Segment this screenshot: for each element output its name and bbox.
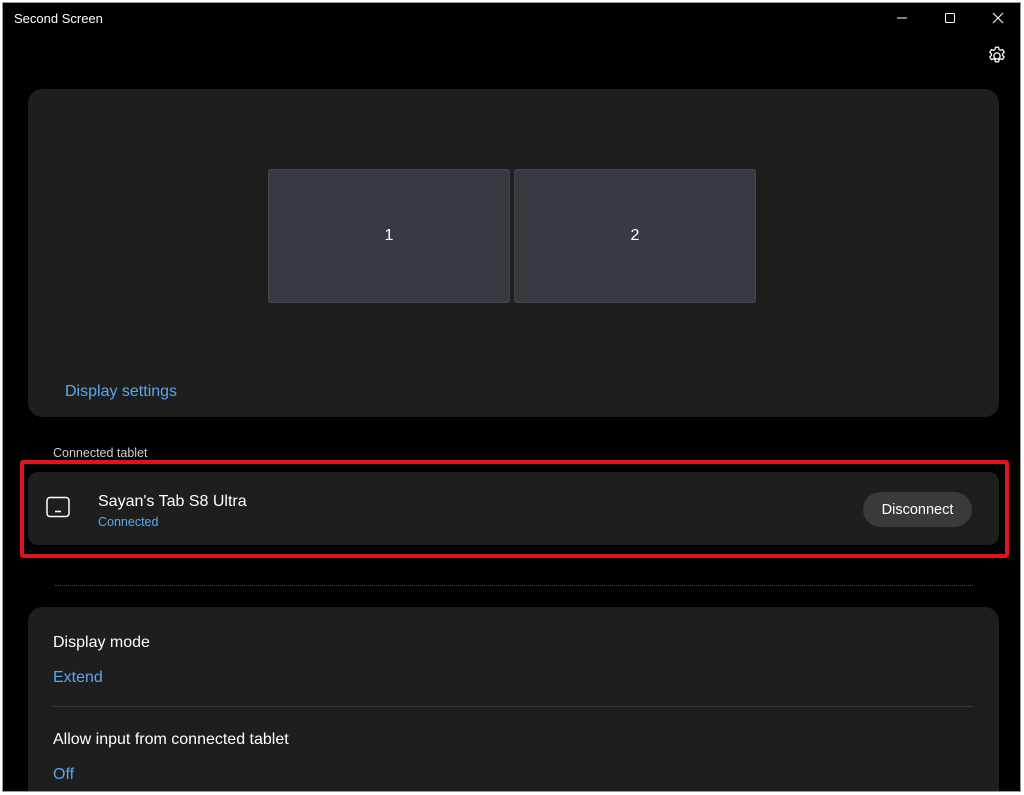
connected-tablet-card: Sayan's Tab S8 Ultra Connected Disconnec… (28, 472, 999, 545)
display-2-number: 2 (630, 227, 640, 244)
tablet-status: Connected (98, 515, 159, 529)
display-mode-value[interactable]: Extend (53, 669, 103, 687)
window-title: Second Screen (14, 11, 103, 26)
tablet-name: Sayan's Tab S8 Ultra (98, 493, 247, 510)
minimize-button[interactable] (879, 3, 925, 33)
gear-icon (989, 46, 1005, 63)
allow-input-title: Allow input from connected tablet (53, 731, 289, 748)
settings-button[interactable] (986, 45, 1008, 67)
title-bar[interactable]: Second Screen (3, 3, 1020, 33)
allow-input-value[interactable]: Off (53, 766, 74, 784)
display-settings-link[interactable]: Display settings (65, 383, 177, 401)
maximize-button[interactable] (927, 3, 973, 33)
connected-tablet-label: Connected tablet (53, 446, 148, 460)
display-1-number: 1 (384, 227, 394, 244)
close-button[interactable] (975, 3, 1020, 33)
disconnect-button[interactable]: Disconnect (863, 492, 972, 527)
display-2-tile[interactable]: 2 (514, 169, 756, 303)
display-arrangement-panel: 1 2 Display settings (28, 89, 999, 417)
row-divider (53, 706, 973, 707)
close-icon (992, 12, 1004, 24)
section-divider (55, 585, 973, 586)
display-1-tile[interactable]: 1 (268, 169, 510, 303)
minimize-icon (897, 17, 907, 19)
maximize-icon (945, 13, 955, 23)
display-mode-title: Display mode (53, 634, 150, 651)
app-window: Second Screen 1 2 Display settings Conne… (2, 2, 1021, 792)
settings-panel: Display mode Extend Allow input from con… (28, 607, 999, 791)
tablet-icon (46, 496, 70, 518)
